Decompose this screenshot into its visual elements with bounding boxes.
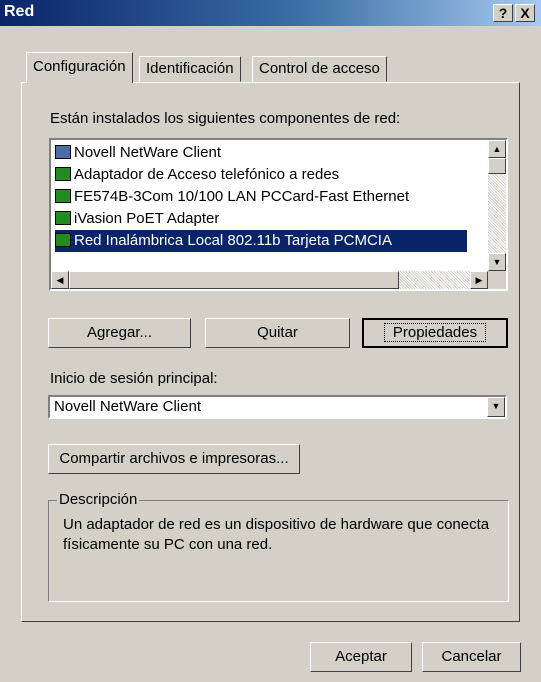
scroll-up-icon[interactable]: ▲ [488, 140, 506, 158]
list-item[interactable]: FE574B-3Com 10/100 LAN PCCard-Fast Ether… [55, 186, 409, 208]
cancel-button[interactable]: Cancelar [422, 642, 521, 672]
components-label: Están instalados los siguientes componen… [50, 110, 401, 127]
ok-button[interactable]: Aceptar [310, 642, 412, 672]
tab-configuracion[interactable]: Configuración [26, 52, 133, 83]
close-button[interactable]: X [515, 4, 535, 22]
remove-button[interactable]: Quitar [205, 318, 350, 348]
network-dialog: Red ? X Configuración Identificación Con… [0, 0, 541, 682]
title-bar[interactable]: Red ? X [0, 0, 541, 26]
help-button[interactable]: ? [493, 4, 513, 22]
list-item[interactable]: Adaptador de Acceso telefónico a redes [55, 164, 339, 186]
components-list[interactable]: Novell NetWare Client Adaptador de Acces… [49, 138, 508, 291]
list-item[interactable]: Novell NetWare Client [55, 142, 221, 164]
vertical-scrollbar[interactable]: ▲ ▼ [488, 140, 506, 271]
share-files-button[interactable]: Compartir archivos e impresoras... [48, 444, 300, 474]
logon-select[interactable]: Novell NetWare Client ▼ [48, 395, 507, 419]
tab-identificacion[interactable]: Identificación [139, 56, 241, 82]
add-button[interactable]: Agregar... [48, 318, 191, 348]
list-item-selected[interactable]: Red Inalámbrica Local 802.11b Tarjeta PC… [55, 230, 467, 252]
list-item-label: Red Inalámbrica Local 802.11b Tarjeta PC… [74, 232, 392, 249]
network-adapter-icon [55, 233, 71, 247]
properties-button[interactable]: Propiedades [362, 318, 508, 348]
network-adapter-icon [55, 189, 71, 203]
description-group: Descripción Un adaptador de red es un di… [48, 491, 509, 602]
list-item-label: iVasion PoET Adapter [74, 210, 220, 227]
list-item-label: Novell NetWare Client [74, 144, 221, 161]
description-text: Un adaptador de red es un dispositivo de… [63, 516, 490, 553]
network-client-icon [55, 145, 71, 159]
list-item-label: Adaptador de Acceso telefónico a redes [74, 166, 340, 183]
window-title: Red [4, 3, 35, 20]
scroll-corner [488, 271, 506, 289]
description-title: Descripción [57, 491, 140, 508]
scroll-left-icon[interactable]: ◀ [51, 271, 69, 289]
tab-control-acceso[interactable]: Control de acceso [252, 56, 387, 82]
vertical-scroll-thumb[interactable] [488, 158, 506, 174]
logon-value: Novell NetWare Client [54, 398, 201, 415]
scroll-down-icon[interactable]: ▼ [488, 253, 506, 271]
network-adapter-icon [55, 167, 71, 181]
list-item[interactable]: iVasion PoET Adapter [55, 208, 219, 230]
dropdown-arrow-icon[interactable]: ▼ [487, 397, 505, 417]
scroll-right-icon[interactable]: ▶ [470, 271, 488, 289]
network-adapter-icon [55, 211, 71, 225]
properties-label: Propiedades [383, 323, 487, 342]
list-item-label: FE574B-3Com 10/100 LAN PCCard-Fast Ether… [74, 188, 410, 205]
horizontal-scrollbar[interactable]: ◀ ▶ [51, 271, 488, 289]
horizontal-scroll-thumb[interactable] [69, 271, 399, 289]
logon-label: Inicio de sesión principal: [50, 370, 218, 387]
